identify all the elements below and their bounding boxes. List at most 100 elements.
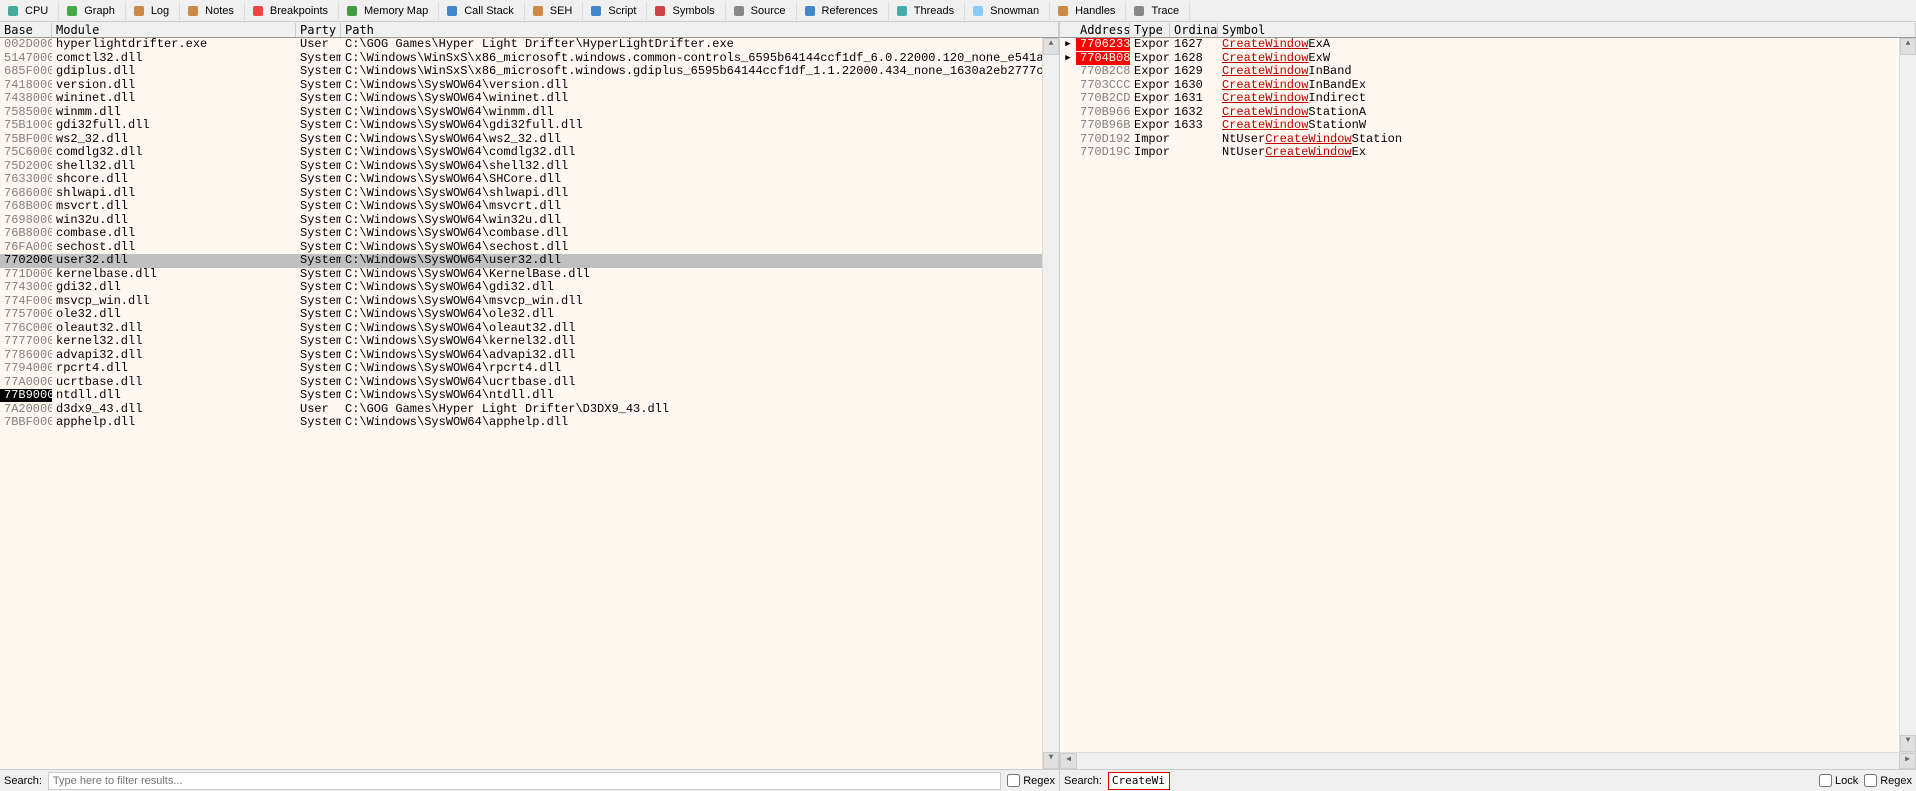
tab-memory-map[interactable]: Memory Map [339, 2, 439, 20]
col-type[interactable]: Type [1130, 23, 1170, 37]
module-row[interactable]: 76FA0000sechost.dllSystemC:\Windows\SysW… [0, 241, 1042, 255]
module-row[interactable]: 74380000wininet.dllSystemC:\Windows\SysW… [0, 92, 1042, 106]
col-module[interactable]: Module [52, 23, 296, 37]
module-row[interactable]: 77570000ole32.dllSystemC:\Windows\SysWOW… [0, 308, 1042, 322]
module-path: C:\Windows\SysWOW64\ole32.dll [341, 308, 1042, 321]
module-row[interactable]: 771D0000kernelbase.dllSystemC:\Windows\S… [0, 268, 1042, 282]
symbol-row[interactable]: 770B9660Export1632CreateWindowStationA [1060, 106, 1899, 120]
module-name: hyperlightdrifter.exe [52, 38, 296, 51]
module-base: 77860000 [0, 349, 52, 362]
symbol-row[interactable]: ▶77062330Export1627CreateWindowExA [1060, 38, 1899, 52]
module-name: user32.dll [52, 254, 296, 267]
tab-label: CPU [25, 5, 48, 17]
module-row[interactable]: 7BBF0000apphelp.dllSystemC:\Windows\SysW… [0, 416, 1042, 430]
regex-checkbox-symbols[interactable]: Regex [1864, 774, 1912, 787]
scroll-left-icon[interactable]: ◀ [1060, 753, 1077, 769]
scrollbar-vertical-symbols[interactable]: ▲ ▼ [1899, 38, 1916, 752]
module-name: wininet.dll [52, 92, 296, 105]
col-base[interactable]: Base [0, 23, 52, 37]
module-row[interactable]: 75850000winmm.dllSystemC:\Windows\SysWOW… [0, 106, 1042, 120]
tab-script[interactable]: Script [583, 2, 647, 20]
symbol-row[interactable]: 770B2C80Export1629CreateWindowInBand [1060, 65, 1899, 79]
symbol-name: CreateWindowInBandEx [1218, 79, 1899, 92]
col-ordinal[interactable]: Ordinal [1170, 23, 1218, 37]
module-name: gdi32full.dll [52, 119, 296, 132]
scroll-right-icon[interactable]: ▶ [1899, 753, 1916, 769]
tab-log[interactable]: Log [126, 2, 180, 20]
module-row[interactable]: 776C0000oleaut32.dllSystemC:\Windows\Sys… [0, 322, 1042, 336]
symbol-type: Import [1130, 146, 1170, 159]
module-row[interactable]: 77B90000ntdll.dllSystemC:\Windows\SysWOW… [0, 389, 1042, 403]
lock-checkbox[interactable]: Lock [1819, 774, 1858, 787]
module-row[interactable]: 77770000kernel32.dllSystemC:\Windows\Sys… [0, 335, 1042, 349]
module-row[interactable]: 76330000shcore.dllSystemC:\Windows\SysWO… [0, 173, 1042, 187]
regex-checkbox-input[interactable] [1007, 774, 1020, 787]
tab-notes[interactable]: Notes [180, 2, 245, 20]
tab-symbols[interactable]: Symbols [647, 2, 725, 20]
tab-seh[interactable]: SEH [525, 2, 584, 20]
tab-graph[interactable]: Graph [59, 2, 126, 20]
module-row[interactable]: 75BF0000ws2_32.dllSystemC:\Windows\SysWO… [0, 133, 1042, 147]
module-base: 002D0000 [0, 38, 52, 51]
module-row[interactable]: 75B10000gdi32full.dllSystemC:\Windows\Sy… [0, 119, 1042, 133]
scroll-track[interactable] [1900, 55, 1916, 735]
module-row[interactable]: 7A200000d3dx9_43.dllUserC:\GOG Games\Hyp… [0, 403, 1042, 417]
tab-references[interactable]: References [797, 2, 889, 20]
tab-cpu[interactable]: CPU [0, 2, 59, 20]
symbol-row[interactable]: 770D19C0ImportNtUserCreateWindowEx [1060, 146, 1899, 160]
module-name: shcore.dll [52, 173, 296, 186]
module-row[interactable]: 77860000advapi32.dllSystemC:\Windows\Sys… [0, 349, 1042, 363]
search-input-modules[interactable] [48, 772, 1001, 790]
module-row[interactable]: 75D20000shell32.dllSystemC:\Windows\SysW… [0, 160, 1042, 174]
module-path: C:\Windows\WinSxS\x86_microsoft.windows.… [341, 65, 1042, 78]
scroll-up-icon[interactable]: ▲ [1900, 38, 1916, 55]
col-address[interactable]: Address [1076, 23, 1130, 37]
module-party: System [296, 52, 341, 65]
module-row[interactable]: 768B0000msvcrt.dllSystemC:\Windows\SysWO… [0, 200, 1042, 214]
tab-source[interactable]: Source [726, 2, 797, 20]
tab-snowman[interactable]: Snowman [965, 2, 1050, 20]
modules-table[interactable]: 002D0000hyperlightdrifter.exeUserC:\GOG … [0, 38, 1042, 769]
module-base: 77B90000 [0, 389, 52, 402]
symbol-row[interactable]: 7703CCC0Export1630CreateWindowInBandEx [1060, 79, 1899, 93]
tab-threads[interactable]: Threads [889, 2, 965, 20]
symbol-row[interactable]: 770B96B0Export1633CreateWindowStationW [1060, 119, 1899, 133]
module-row[interactable]: 774F0000msvcp_win.dllSystemC:\Windows\Sy… [0, 295, 1042, 309]
col-path[interactable]: Path [341, 23, 1059, 37]
scroll-track[interactable] [1043, 55, 1059, 752]
module-path: C:\Windows\SysWOW64\gdi32full.dll [341, 119, 1042, 132]
regex-checkbox-input[interactable] [1864, 774, 1877, 787]
symbol-row[interactable]: 770D1920ImportNtUserCreateWindowStation [1060, 133, 1899, 147]
module-path: C:\Windows\SysWOW64\ntdll.dll [341, 389, 1042, 402]
symbol-row[interactable]: ▶7704B080Export1628CreateWindowExW [1060, 52, 1899, 66]
module-row[interactable]: 685F0000gdiplus.dllSystemC:\Windows\WinS… [0, 65, 1042, 79]
symbols-table[interactable]: ▶77062330Export1627CreateWindowExA▶7704B… [1060, 38, 1899, 752]
module-party: System [296, 254, 341, 267]
module-row[interactable]: 51470000comctl32.dllSystemC:\Windows\Win… [0, 52, 1042, 66]
col-symbol[interactable]: Symbol [1218, 23, 1916, 37]
scroll-down-icon[interactable]: ▼ [1043, 752, 1059, 769]
scrollbar-vertical[interactable]: ▲ ▼ [1042, 38, 1059, 769]
module-row[interactable]: 76980000win32u.dllSystemC:\Windows\SysWO… [0, 214, 1042, 228]
module-row[interactable]: 77020000user32.dllSystemC:\Windows\SysWO… [0, 254, 1042, 268]
module-row[interactable]: 77A00000ucrtbase.dllSystemC:\Windows\Sys… [0, 376, 1042, 390]
search-input-symbols[interactable] [1108, 772, 1170, 790]
lock-checkbox-input[interactable] [1819, 774, 1832, 787]
tab-breakpoints[interactable]: Breakpoints [245, 2, 339, 20]
symbol-row[interactable]: 770B2CD0Export1631CreateWindowIndirect [1060, 92, 1899, 106]
module-row[interactable]: 75C60000comdlg32.dllSystemC:\Windows\Sys… [0, 146, 1042, 160]
scroll-up-icon[interactable]: ▲ [1043, 38, 1059, 55]
scroll-down-icon[interactable]: ▼ [1900, 735, 1916, 752]
module-row[interactable]: 77940000rpcrt4.dllSystemC:\Windows\SysWO… [0, 362, 1042, 376]
tab-handles[interactable]: Handles [1050, 2, 1126, 20]
tab-trace[interactable]: Trace [1126, 2, 1190, 20]
tab-call-stack[interactable]: Call Stack [439, 2, 525, 20]
module-row[interactable]: 76860000shlwapi.dllSystemC:\Windows\SysW… [0, 187, 1042, 201]
module-row[interactable]: 74180000version.dllSystemC:\Windows\SysW… [0, 79, 1042, 93]
module-row[interactable]: 002D0000hyperlightdrifter.exeUserC:\GOG … [0, 38, 1042, 52]
scrollbar-horizontal[interactable]: ◀ ▶ [1060, 752, 1916, 769]
regex-checkbox-modules[interactable]: Regex [1007, 774, 1055, 787]
module-row[interactable]: 76B80000combase.dllSystemC:\Windows\SysW… [0, 227, 1042, 241]
col-party[interactable]: Party [296, 23, 341, 37]
module-row[interactable]: 77430000gdi32.dllSystemC:\Windows\SysWOW… [0, 281, 1042, 295]
